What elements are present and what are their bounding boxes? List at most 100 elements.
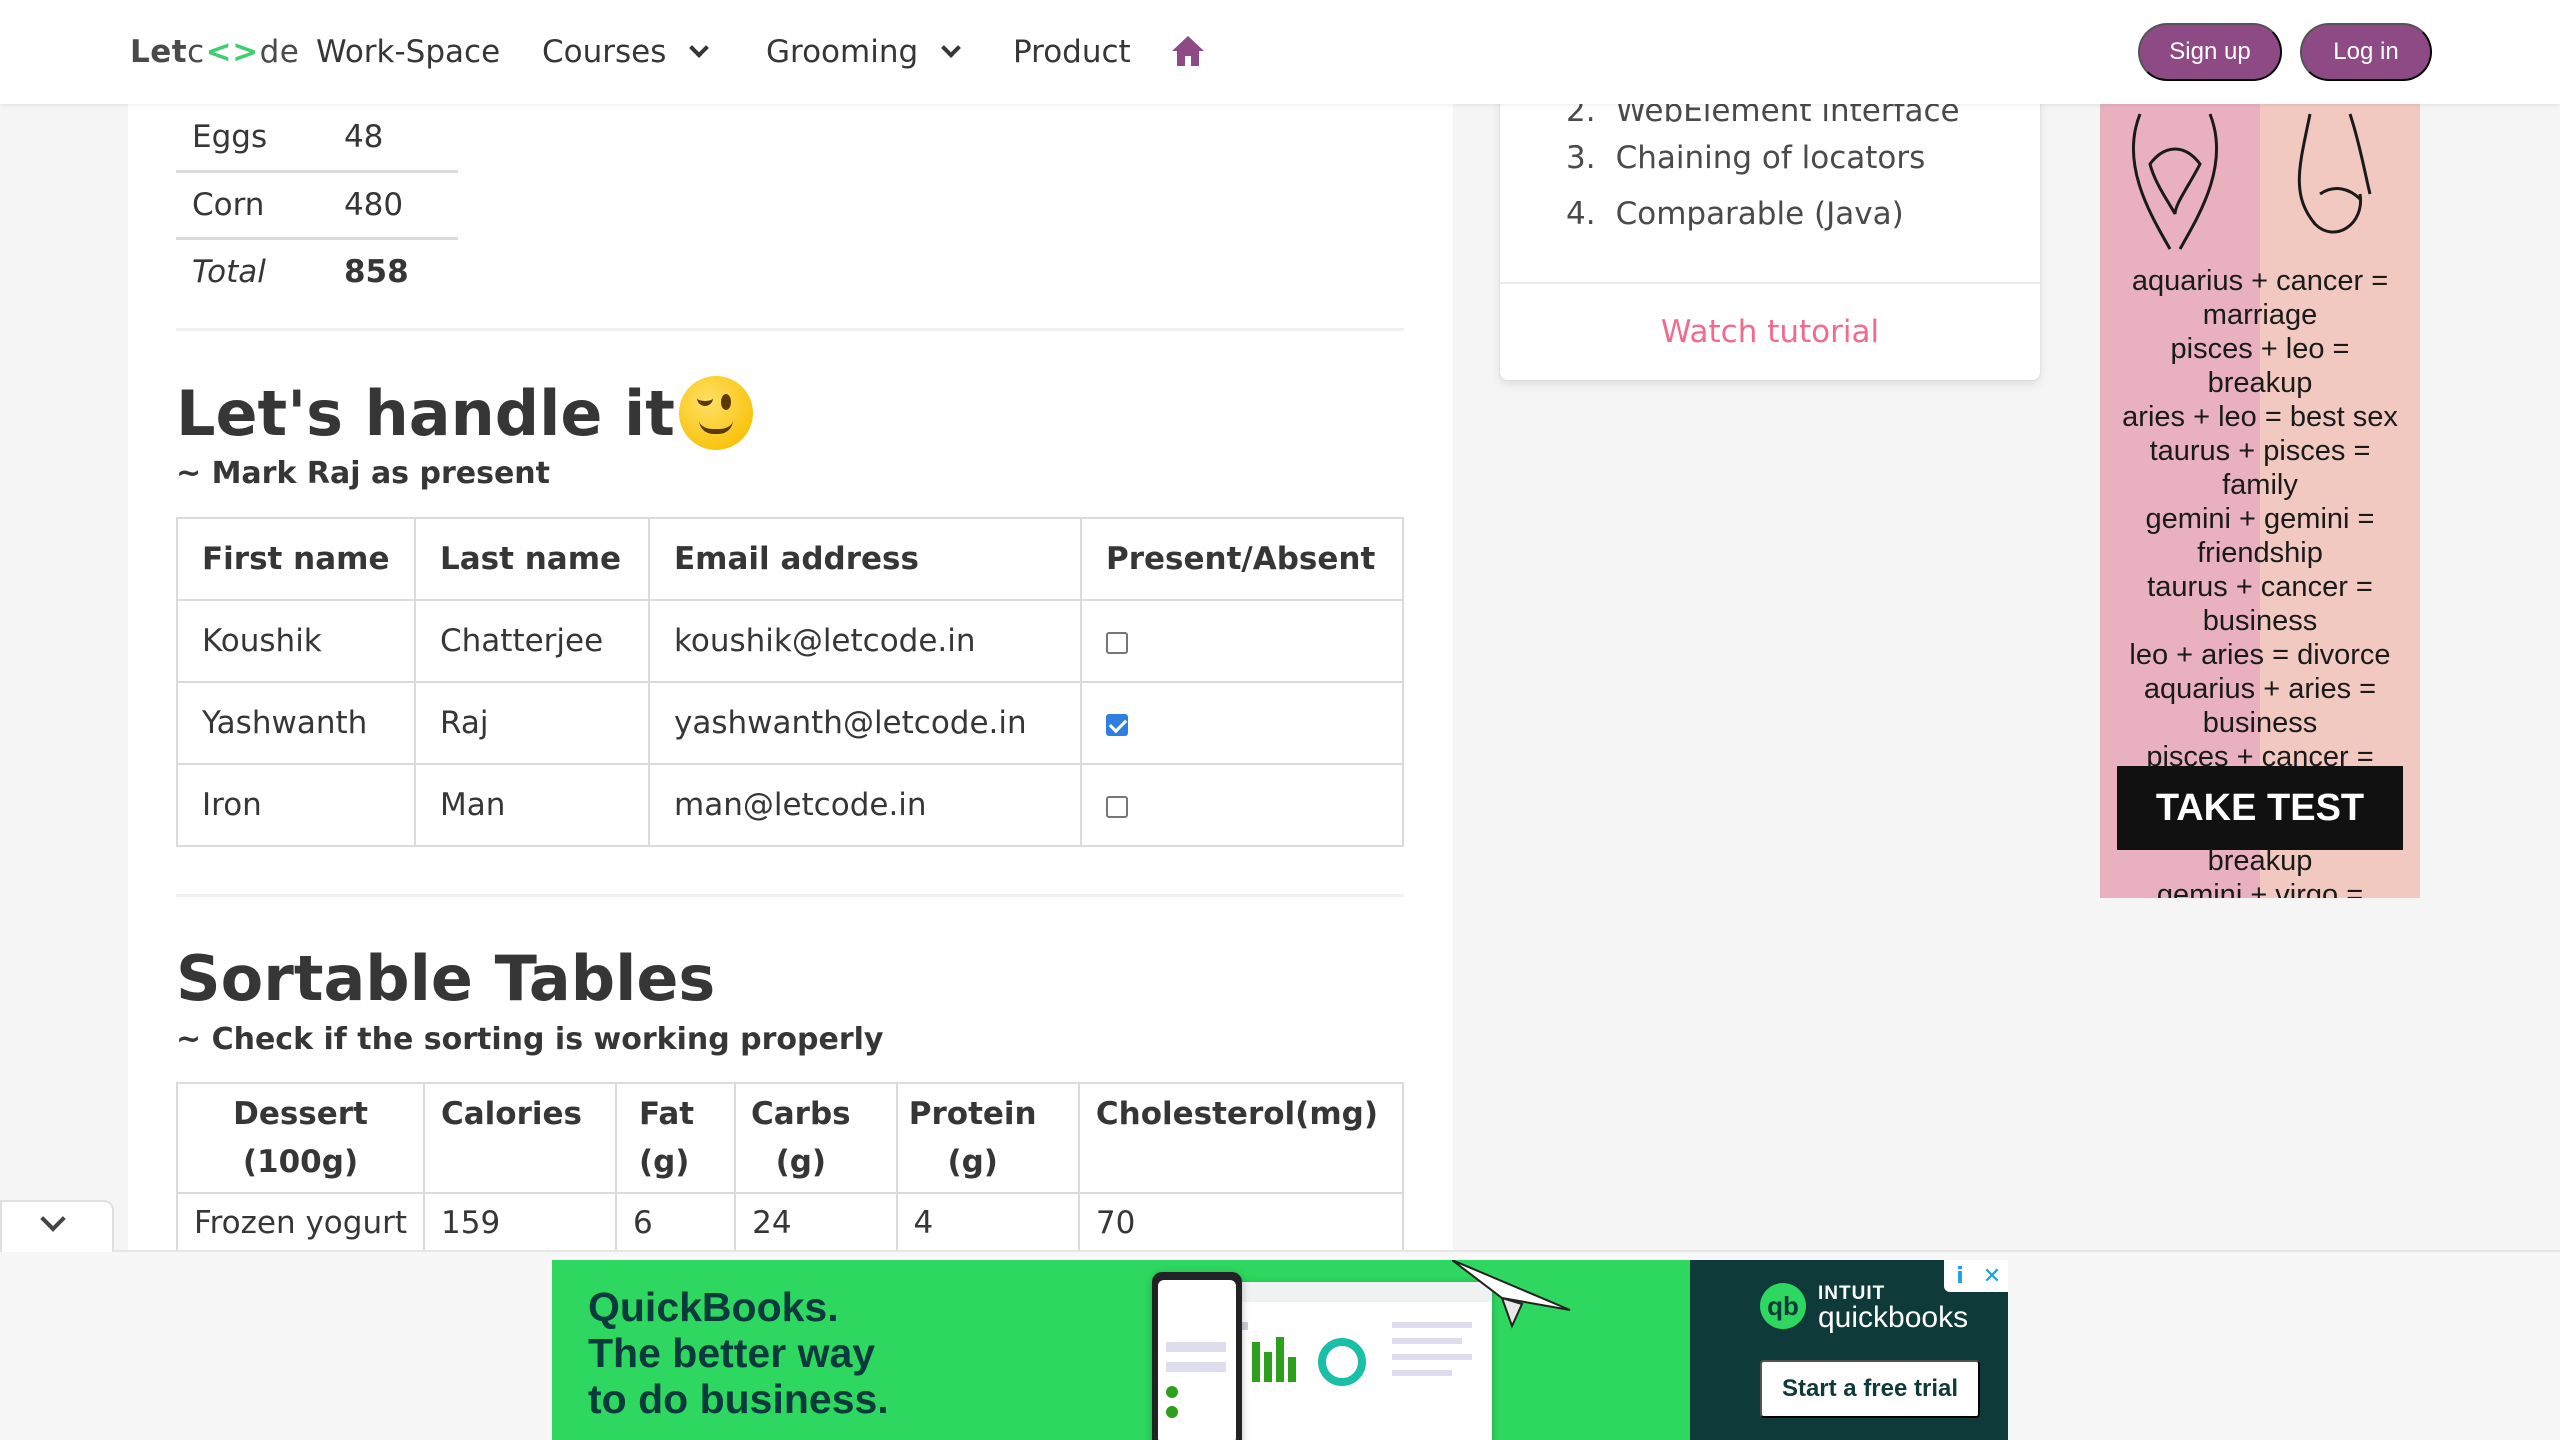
present-cell [1080, 681, 1404, 765]
qb-logo-word: quickbooks [1818, 1301, 1969, 1334]
ad-line: family [2222, 469, 2298, 501]
total-value: 858 [343, 254, 409, 291]
quickbooks-logo: qb INTUIT quickbooks [1760, 1282, 1968, 1333]
table-row: Eggs 48 [176, 104, 458, 173]
table-row: Frozen yogurt 159 6 24 4 70 [176, 1192, 1405, 1254]
ad-close-icon[interactable]: ✕ [1976, 1260, 2008, 1292]
ad-line: breakup [2207, 845, 2313, 877]
nav-courses-label: Courses [542, 34, 667, 70]
section-divider [176, 328, 1404, 331]
sort-header-cholesterol[interactable]: Cholesterol(mg) [1077, 1082, 1405, 1194]
protein-cell: 4 [895, 1192, 1080, 1254]
watch-tutorial-link[interactable]: Watch tutorial [1500, 282, 2040, 380]
table-row: Corn 480 [176, 171, 458, 240]
email-cell: yashwanth@letcode.in [648, 681, 1082, 765]
ad-text: aquarius + cancer = marriage pisces + le… [2100, 264, 2420, 774]
header-line: Protein [908, 1096, 1037, 1132]
header-line: Calories [441, 1096, 582, 1132]
col-header: Last name [414, 517, 650, 601]
nav-grooming-dropdown[interactable]: Grooming [766, 28, 962, 76]
nav-product-label: Product [1013, 34, 1131, 70]
present-cell [1080, 599, 1404, 683]
collapse-ad-button[interactable] [0, 1200, 114, 1252]
ad-line: aquarius + cancer = [2131, 265, 2389, 297]
first-name-cell: Iron [176, 763, 416, 847]
nav-workspace-label: Work-Space [316, 34, 501, 70]
first-name-cell: Yashwanth [176, 681, 416, 765]
present-checkbox[interactable] [1106, 631, 1128, 654]
nav-courses-dropdown[interactable]: Courses [542, 28, 710, 76]
carbs-cell: 24 [734, 1192, 898, 1254]
chevron-down-icon [941, 38, 962, 58]
login-button[interactable]: Log in [2300, 23, 2432, 81]
shopping-table: Eggs 48 Corn 480 Total 858 [176, 104, 458, 305]
table-header-row: First name Last name Email address Prese… [176, 517, 1404, 601]
table-header-row: Dessert (100g) Calories Fat (g) Carbs (g… [176, 1082, 1405, 1194]
sort-header-protein[interactable]: Protein (g) [895, 1082, 1080, 1194]
calories-cell: 159 [423, 1192, 617, 1254]
brand-let: Let [130, 34, 188, 70]
header-line: Fat [638, 1096, 695, 1132]
quickbooks-ad[interactable]: QuickBooks. The better way to do busines… [552, 1260, 2008, 1440]
table-row: Iron Man man@letcode.in [176, 763, 1404, 847]
sort-header-fat[interactable]: Fat (g) [614, 1082, 737, 1194]
ad-line: gemini + gemini = [2145, 503, 2375, 535]
header-line: Carbs [751, 1096, 851, 1132]
handle-it-title: Let's handle it [176, 376, 753, 450]
nav-product[interactable]: Product [1013, 28, 1131, 76]
present-checkbox[interactable] [1106, 795, 1128, 818]
first-name-cell: Koushik [176, 599, 416, 683]
fat-cell: 6 [614, 1192, 737, 1254]
table-row: Yashwanth Raj yashwanth@letcode.in [176, 681, 1404, 765]
list-number: 4. [1566, 196, 1596, 232]
sort-header-carbs[interactable]: Carbs (g) [734, 1082, 898, 1194]
list-item: 4. Comparable (Java) [1566, 186, 1925, 242]
topics-list: 2. WebElement interface 3. Chaining of l… [1566, 96, 1960, 242]
phone-screenshot [1152, 1272, 1242, 1440]
last-name-cell: Man [414, 763, 650, 847]
ad-line: taurus + cancer = [2147, 571, 2373, 603]
nav-workspace[interactable]: Work-Space [316, 28, 500, 76]
present-checkbox[interactable] [1106, 713, 1128, 736]
header-line: Dessert [233, 1096, 368, 1132]
col-header: First name [176, 517, 416, 601]
ad-line: leo + aries = divorce [2129, 639, 2391, 671]
sort-header-dessert[interactable]: Dessert (100g) [176, 1082, 425, 1194]
handle-it-subtitle: ~ Mark Raj as present [176, 456, 551, 491]
present-cell [1080, 763, 1404, 847]
code-brackets-icon: <> [205, 34, 259, 70]
list-text: Comparable (Java) [1615, 196, 1904, 232]
qty-cell: 480 [315, 171, 458, 240]
brand-de: de [259, 34, 300, 70]
section-divider [176, 894, 1404, 897]
ad-line: gemini + virgo = [2156, 879, 2364, 898]
home-icon[interactable] [1170, 34, 1206, 68]
ad-info-icon[interactable]: i [1944, 1260, 1976, 1292]
total-label: Total [192, 254, 266, 291]
email-cell: koushik@letcode.in [648, 599, 1082, 683]
ad-line: aquarius + aries = [2143, 673, 2377, 705]
sortable-tables-title: Sortable Tables [176, 942, 716, 1015]
ad-line: business [2202, 707, 2318, 739]
sort-header-calories[interactable]: Calories [423, 1082, 617, 1194]
winking-face-icon [678, 376, 753, 450]
zodiac-ad[interactable]: aquarius + cancer = marriage pisces + le… [2100, 104, 2420, 898]
brand-logo[interactable]: Let c <> de [130, 30, 299, 74]
last-name-cell: Chatterjee [414, 599, 650, 683]
take-test-button[interactable]: TAKE TEST [2117, 766, 2403, 850]
top-navbar: Let c <> de Work-Space Courses Grooming … [0, 0, 2560, 104]
header-line: (g) [775, 1144, 827, 1180]
attendance-table: First name Last name Email address Prese… [176, 517, 1404, 847]
hands-illustration [2131, 113, 2372, 250]
header-line: (100g) [242, 1144, 359, 1180]
ad-line: friendship [2197, 537, 2323, 569]
ad-text-after: breakup gemini + virgo = [2100, 844, 2420, 898]
cholesterol-cell: 70 [1077, 1192, 1405, 1254]
start-free-trial-button[interactable]: Start a free trial [1760, 1360, 1980, 1418]
chevron-down-icon [40, 1206, 66, 1232]
qb-headline-line: to do business. [588, 1376, 889, 1422]
qty-cell: 48 [315, 104, 458, 173]
dessert-sortable-table: Dessert (100g) Calories Fat (g) Carbs (g… [176, 1082, 1405, 1254]
signup-button[interactable]: Sign up [2138, 23, 2282, 81]
header-line: (g) [947, 1144, 998, 1180]
